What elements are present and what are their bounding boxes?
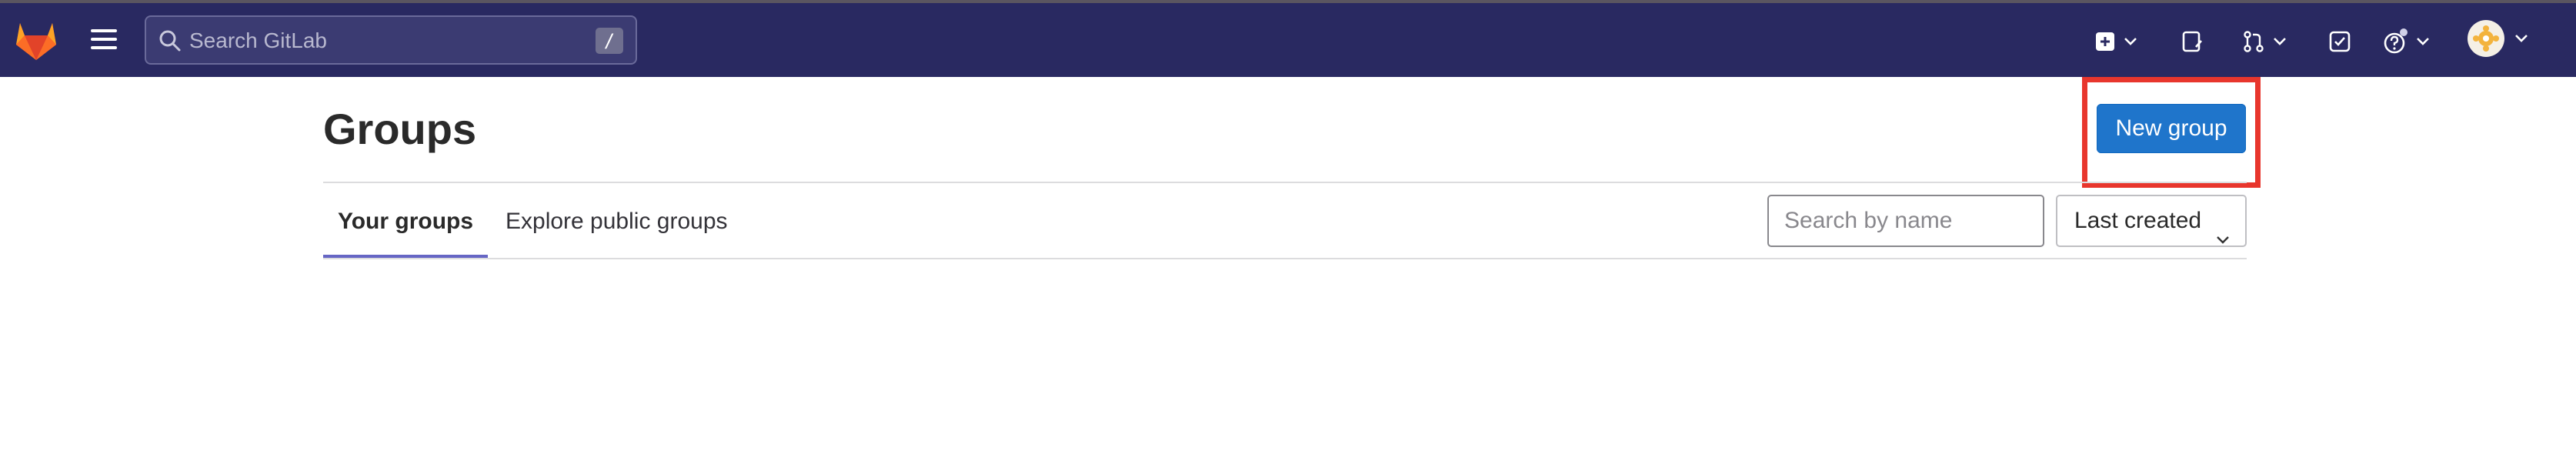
chevron-down-icon xyxy=(2124,37,2137,46)
tabs-divider xyxy=(323,258,2247,259)
issues-icon xyxy=(2181,30,2204,53)
chevron-down-icon xyxy=(2514,34,2528,43)
sort-dropdown[interactable]: Last created xyxy=(2056,195,2247,247)
top-navbar: Search GitLab / xyxy=(0,0,2576,77)
create-new-button[interactable] xyxy=(2094,25,2137,58)
tab-explore-public-groups[interactable]: Explore public groups xyxy=(506,200,728,259)
page-title: Groups xyxy=(323,105,477,153)
todo-checkbox-icon xyxy=(2328,30,2351,53)
header-divider xyxy=(323,182,2247,183)
merge-request-icon xyxy=(2242,30,2265,53)
chevron-down-icon xyxy=(2416,37,2430,46)
new-group-button[interactable]: New group xyxy=(2097,104,2246,153)
merge-requests-button[interactable] xyxy=(2242,25,2287,58)
avatar xyxy=(2467,19,2505,58)
hamburger-menu-icon[interactable] xyxy=(91,29,117,51)
issues-button[interactable] xyxy=(2181,25,2204,58)
plus-square-icon xyxy=(2094,31,2116,52)
chevron-down-icon xyxy=(2273,37,2287,46)
gitlab-logo-icon[interactable] xyxy=(14,18,58,62)
todos-button[interactable] xyxy=(2328,25,2351,58)
help-icon xyxy=(2382,28,2410,55)
sort-dropdown-label: Last created xyxy=(2074,208,2202,233)
search-placeholder: Search GitLab xyxy=(189,28,327,52)
help-button[interactable] xyxy=(2382,25,2430,58)
group-search-input[interactable] xyxy=(1767,195,2044,247)
search-shortcut-key: / xyxy=(596,28,623,54)
user-menu-button[interactable] xyxy=(2467,19,2528,58)
global-search-input[interactable]: Search GitLab / xyxy=(145,15,637,65)
search-icon xyxy=(158,29,182,52)
tab-your-groups[interactable]: Your groups xyxy=(323,200,488,259)
chevron-down-icon xyxy=(2216,213,2230,262)
